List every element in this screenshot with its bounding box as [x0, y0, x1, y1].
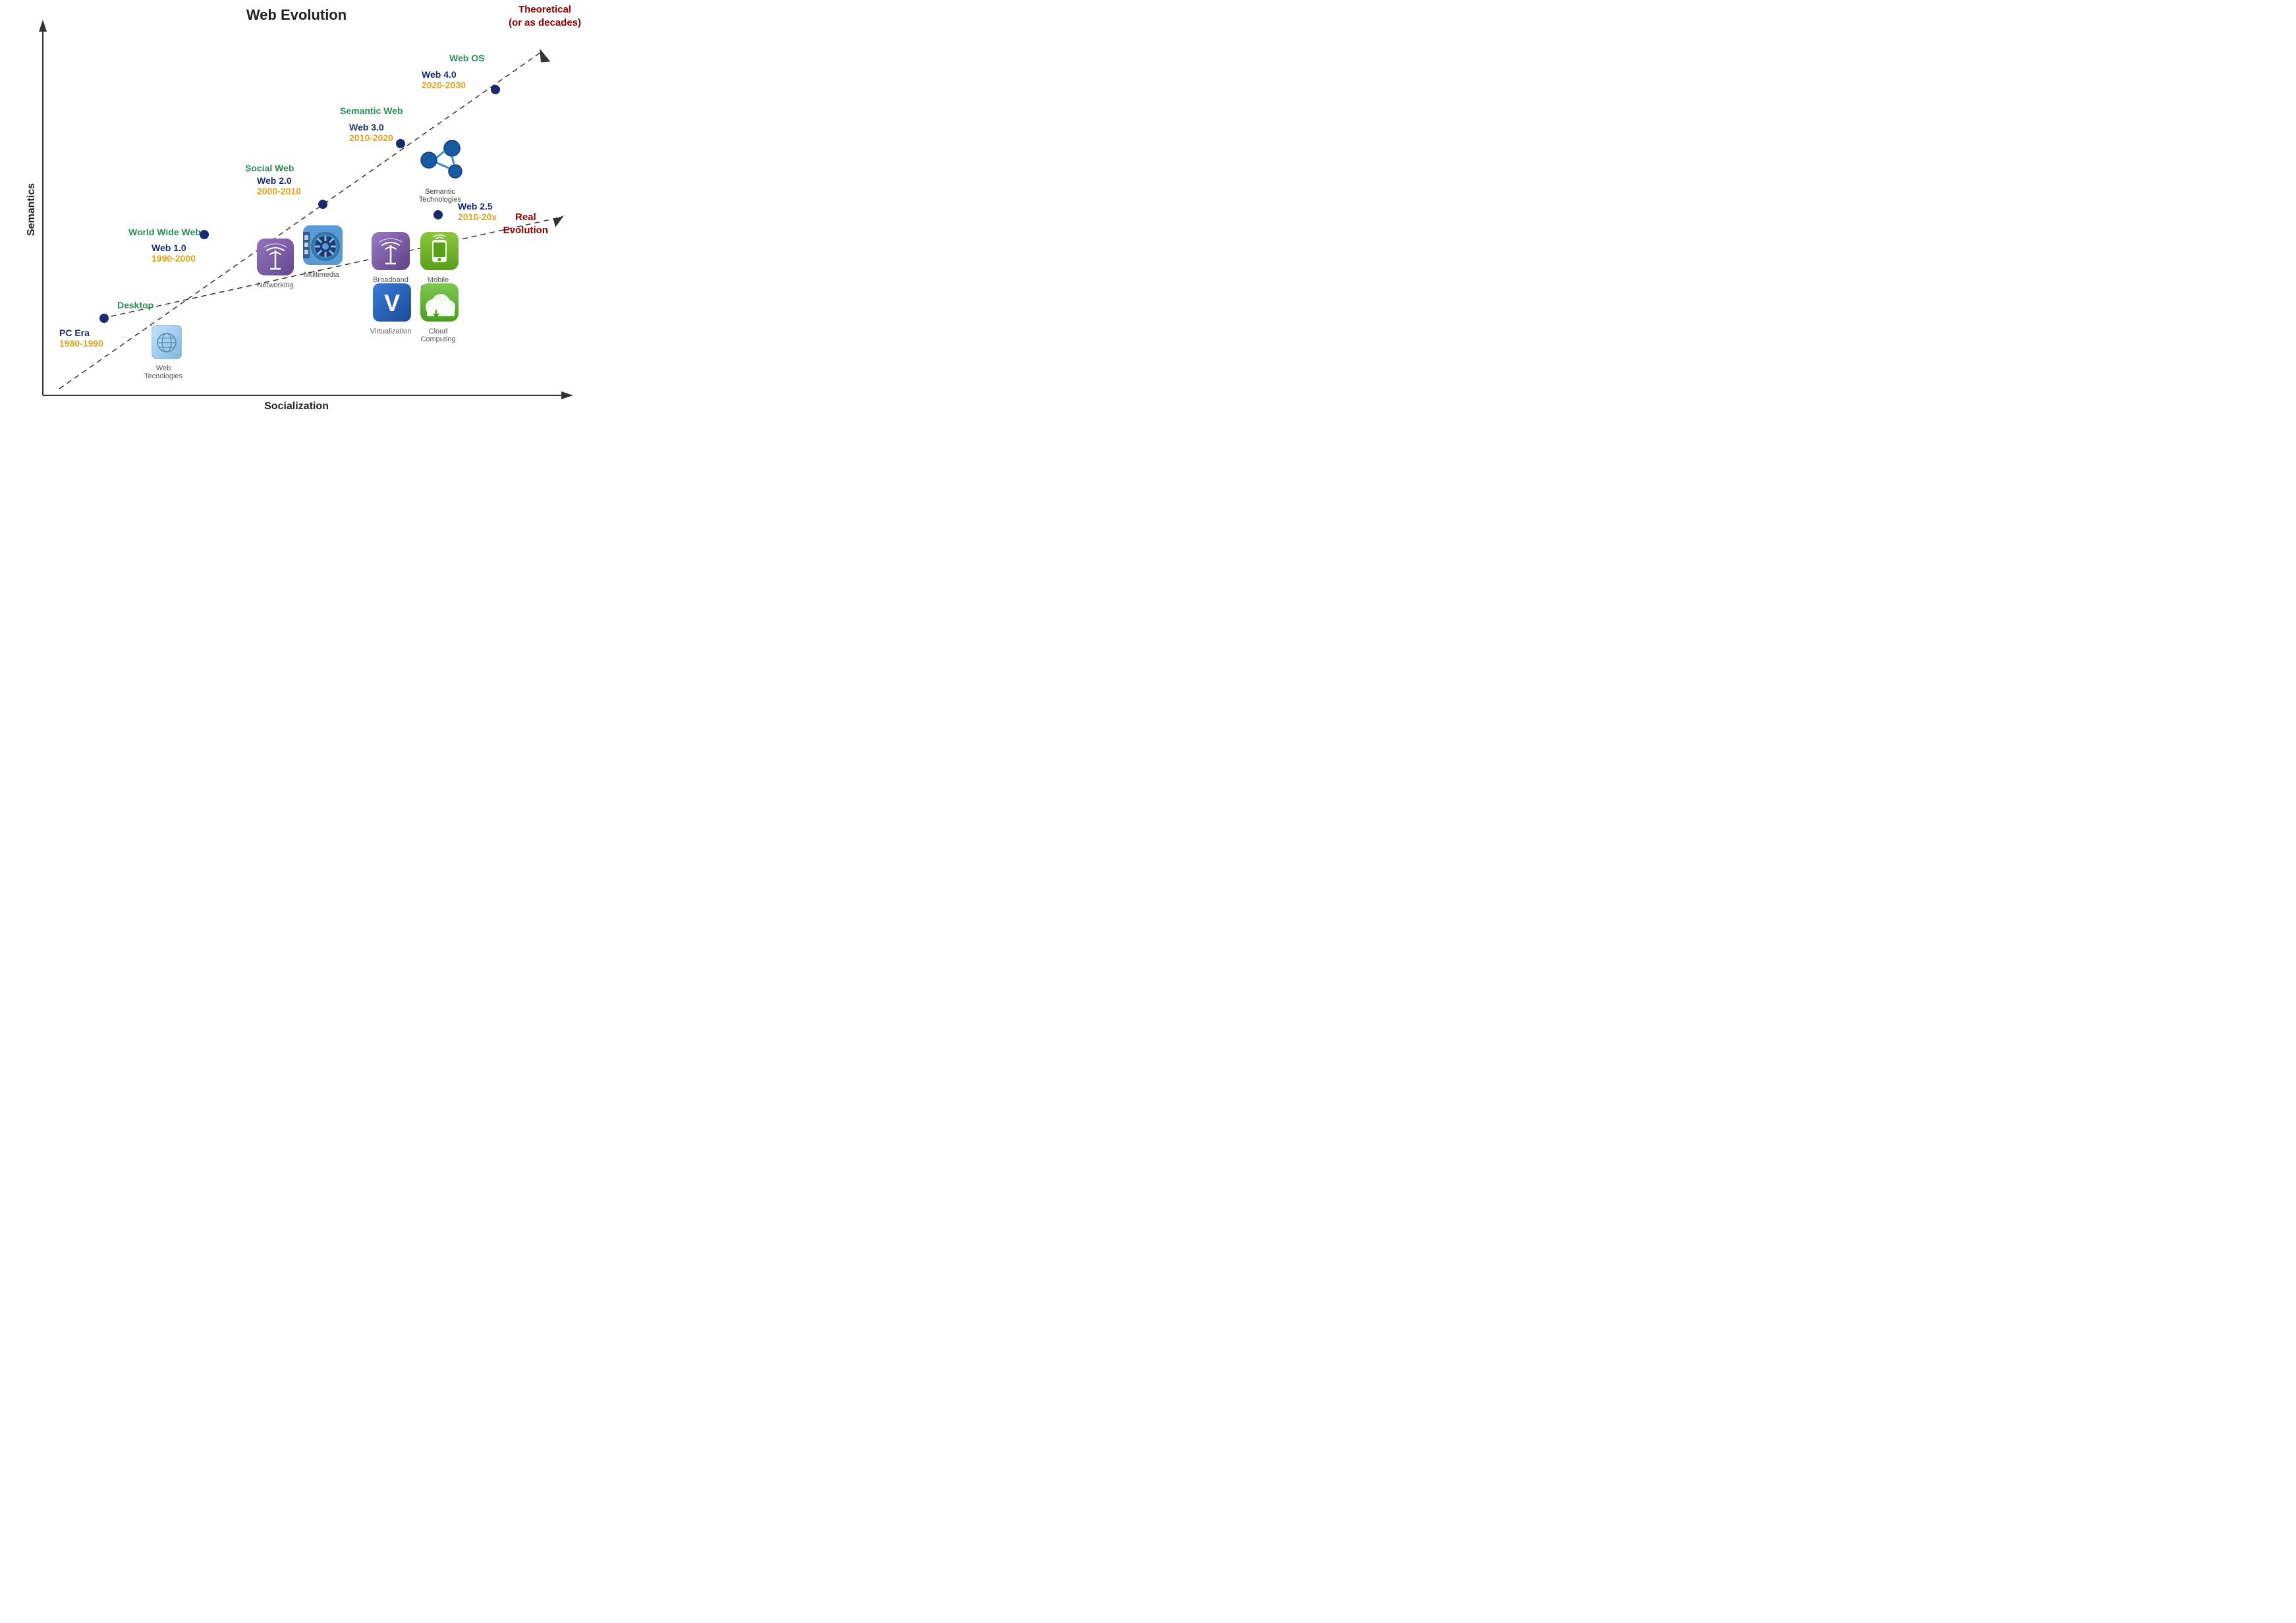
- era-web25: Web 2.5 2010-20x: [458, 201, 497, 222]
- era-web20-name: Web 2.0: [257, 175, 301, 186]
- svg-text:V: V: [384, 289, 400, 316]
- era-web30-year: 2010-2020: [349, 132, 393, 143]
- era-web40: Web 4.0 2020-2030: [422, 69, 466, 90]
- icon-networking: Networking: [256, 237, 295, 288]
- era-web10: Web 1.0 1990-2000: [152, 242, 196, 264]
- icon-semantic-tech-label: SemanticTechnologies: [410, 188, 470, 204]
- era-web30-name: Web 3.0: [349, 122, 393, 132]
- era-web30: Web 3.0 2010-2020: [349, 122, 393, 143]
- real-evolution-label: RealEvolution: [503, 211, 548, 237]
- era-pc-name: PC Era: [59, 327, 103, 338]
- y-axis-label: Semantics: [26, 183, 38, 236]
- chart: Web Evolution Theoretical(or as decades)…: [0, 0, 593, 419]
- x-axis-label: Socialization: [264, 401, 329, 413]
- icon-multimedia-label: Multimedia: [298, 271, 345, 279]
- icon-networking-label: Networking: [256, 281, 295, 289]
- era-web20-year: 2000-2010: [257, 186, 301, 196]
- icon-broadband: Broadband: [370, 231, 411, 283]
- era-web20: Web 2.0 2000-2010: [257, 175, 301, 196]
- era-web10-year: 1990-2000: [152, 253, 196, 264]
- icon-web-tech-label: Web Tecnologies: [140, 364, 186, 380]
- icon-semantic-tech: SemanticTechnologies: [414, 135, 470, 204]
- era-web10-name: Web 1.0: [152, 242, 196, 253]
- era-web40-name: Web 4.0: [422, 69, 466, 80]
- era-web40-year: 2020-2030: [422, 80, 466, 90]
- icon-multimedia: Multimedia: [300, 224, 345, 277]
- chart-title: Web Evolution: [246, 7, 347, 24]
- tech-www: World Wide Web: [128, 227, 201, 237]
- icon-virtualization: V Virtualization: [370, 282, 414, 334]
- icon-cloud-label: CloudComputing: [415, 327, 461, 343]
- tech-web-os: Web OS: [449, 53, 484, 63]
- era-web25-year: 2010-20x: [458, 212, 497, 222]
- chart-svg: [0, 0, 593, 419]
- icon-cloud: CloudComputing: [418, 282, 461, 342]
- tech-semantic-web: Semantic Web: [340, 105, 403, 116]
- era-pc-year: 1980-1990: [59, 338, 103, 349]
- icon-web-tech: Web Tecnologies: [146, 323, 186, 380]
- era-pc: PC Era 1980-1990: [59, 327, 103, 349]
- icon-virtualization-label: Virtualization: [368, 327, 414, 335]
- tech-desktop: Desktop: [117, 300, 154, 310]
- theoretical-label: Theoretical(or as decades): [509, 3, 581, 29]
- tech-social-web: Social Web: [245, 163, 294, 173]
